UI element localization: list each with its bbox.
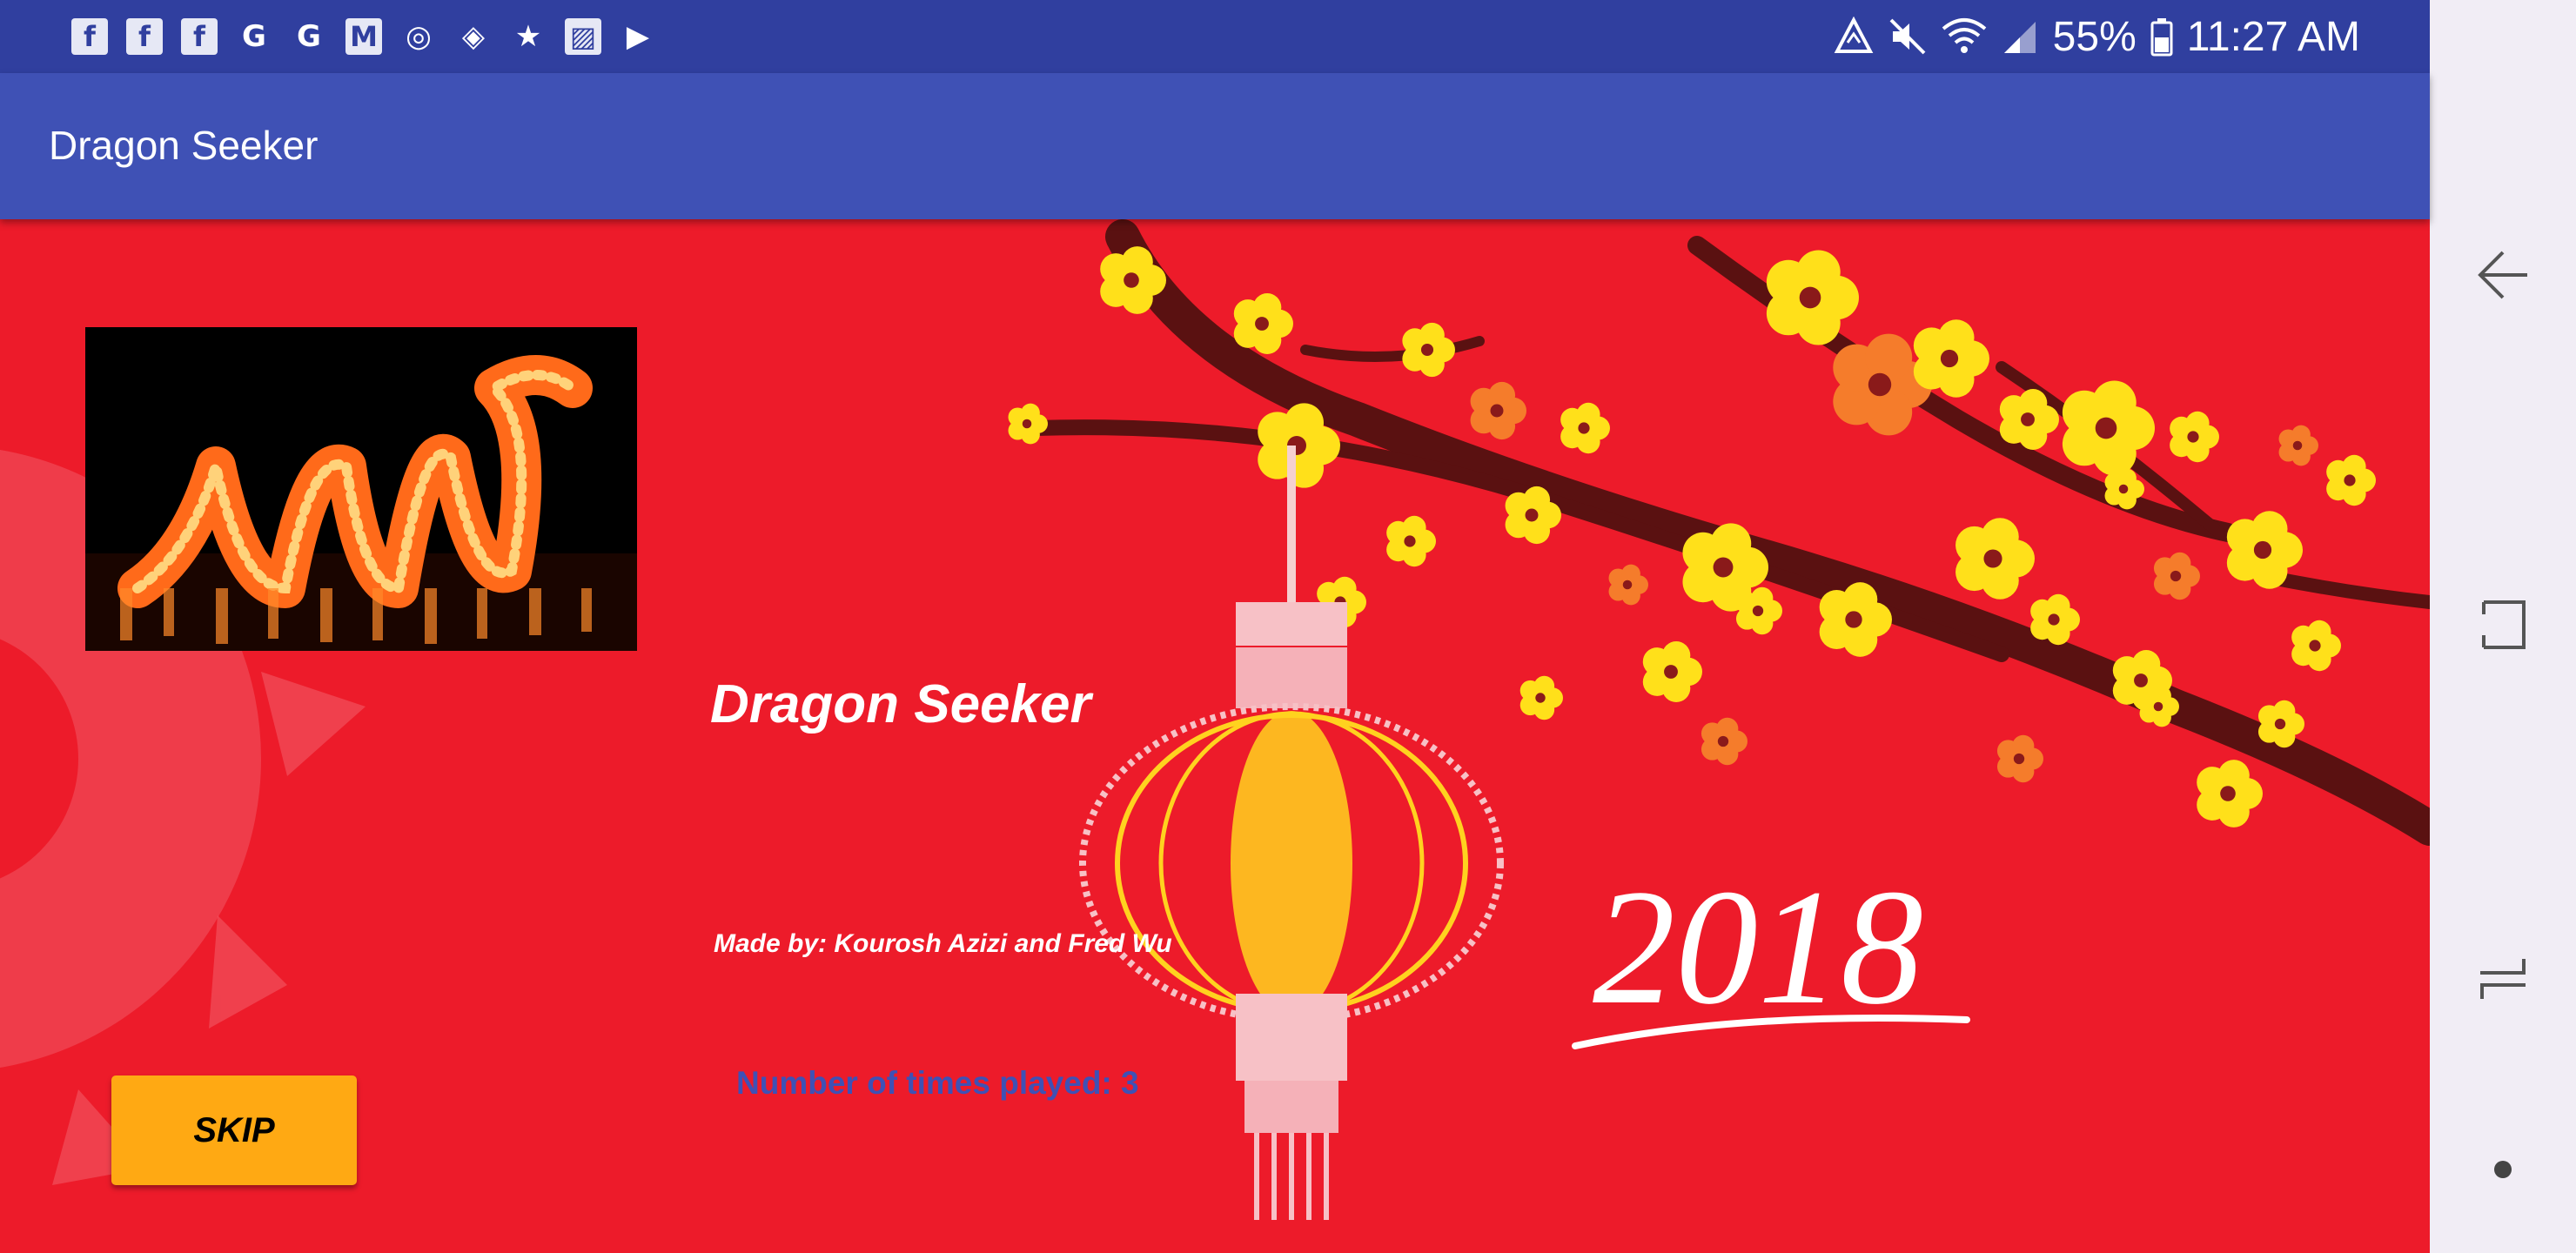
system-icons: 55% 11:27 AM xyxy=(1834,10,2360,63)
star-icon: ★ xyxy=(514,19,542,54)
blossom-flower xyxy=(1608,564,1648,606)
times-played-text: Number of times played: 3 xyxy=(736,1065,1139,1101)
blossom-flower xyxy=(1386,515,1436,567)
skip-button[interactable]: SKIP xyxy=(111,1075,357,1185)
blossom-flower xyxy=(1519,675,1564,720)
gmail-icon: M xyxy=(345,18,382,55)
blossom-flower xyxy=(2170,411,2219,463)
gallery-icon: ▨ xyxy=(565,18,601,55)
blossom-flower xyxy=(2326,454,2376,506)
blossom-flower xyxy=(1470,381,1526,440)
app-bar: Dragon Seeker xyxy=(0,73,2430,219)
main-content: 2018 Dragon Seeker Made by: Kourosh Aziz… xyxy=(0,219,2430,1253)
play-store-icon: ▶ xyxy=(626,19,650,54)
facebook-icon: f xyxy=(71,18,108,55)
battery-icon xyxy=(2150,17,2173,57)
blossom-flower xyxy=(1402,322,1455,378)
blossom-flower xyxy=(2197,760,2263,828)
blossom-flower xyxy=(1766,250,1859,345)
battery-percent: 55% xyxy=(2052,13,2137,60)
blossom-flower xyxy=(1996,734,2043,783)
google-icon: G xyxy=(297,19,321,54)
blossom-flower xyxy=(2030,593,2080,646)
blossom-flower xyxy=(1560,402,1610,454)
mute-icon xyxy=(1888,17,1928,57)
back-icon[interactable] xyxy=(2459,231,2546,318)
chrome-icon: ◎ xyxy=(406,19,432,54)
split-screen-icon[interactable] xyxy=(2459,935,2546,1022)
blossom-flower xyxy=(1913,319,1989,398)
wifi-icon xyxy=(1942,17,1987,57)
recents-icon[interactable] xyxy=(2459,581,2546,668)
blossom-flower xyxy=(1642,640,1703,703)
signal-icon xyxy=(2001,17,2039,57)
notification-icons: f f f G G M ◎ ◈ ★ ▨ ▶ xyxy=(71,16,674,57)
blossom-flower xyxy=(1008,403,1048,445)
facebook-icon: f xyxy=(126,18,163,55)
blossom-flower xyxy=(1701,717,1748,766)
blossom-flower xyxy=(1233,292,1294,355)
sim-card-icon: G xyxy=(242,19,266,54)
blossom-flower xyxy=(2278,425,2318,466)
blossom-flower xyxy=(2153,552,2200,600)
facebook-icon: f xyxy=(181,18,218,55)
app-title: Dragon Seeker xyxy=(49,123,319,168)
clock: 11:27 AM xyxy=(2186,13,2360,60)
maps-icon: ◈ xyxy=(461,19,486,54)
credits-text: Made by: Kourosh Azizi and Fred Wu xyxy=(714,929,1172,958)
status-bar: f f f G G M ◎ ◈ ★ ▨ ▶ 55% 11:27 AM xyxy=(0,0,2430,73)
game-title: Dragon Seeker xyxy=(710,674,1091,734)
data-saver-icon xyxy=(1834,17,1874,57)
navigation-bar xyxy=(2430,0,2576,1253)
blossom-flower xyxy=(2291,620,2341,672)
blossom-flower xyxy=(1735,586,1782,635)
dragon-lantern-image xyxy=(85,327,637,651)
home-dot-icon[interactable] xyxy=(2459,1126,2546,1213)
blossom-flower xyxy=(1955,518,2035,600)
year-2018-art: 2018 xyxy=(1593,856,1923,1039)
